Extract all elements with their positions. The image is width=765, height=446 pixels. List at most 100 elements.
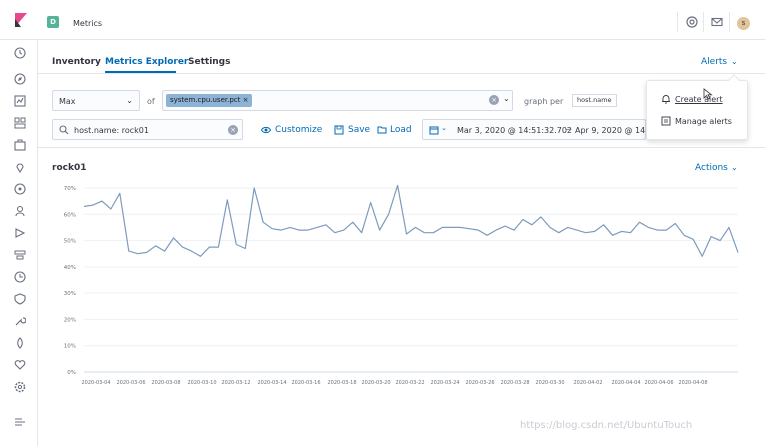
save-icon[interactable] <box>334 125 344 135</box>
alerts-popover: Create alert Manage alerts <box>646 74 748 140</box>
manage-alerts-label: Manage alerts <box>675 117 732 126</box>
x-tick-label: 2020-03-28 <box>500 380 529 386</box>
clear-icon[interactable]: × <box>228 125 238 135</box>
x-tick-label: 2020-03-10 <box>187 380 216 386</box>
kibana-logo-icon[interactable] <box>14 13 28 27</box>
search-value: host.name: rock01 <box>74 126 149 135</box>
watermark-text: https://blog.csdn.net/UbuntuTouch <box>520 420 693 431</box>
stack-monitoring-icon[interactable] <box>14 337 26 349</box>
canvas-briefcase-icon[interactable] <box>14 139 26 151</box>
x-tick-label: 2020-03-18 <box>327 380 356 386</box>
date-end[interactable]: Apr 9, 2020 @ 14:52 <box>575 126 645 135</box>
newsfeed-mail-icon[interactable] <box>711 16 723 28</box>
header-divider <box>677 12 678 32</box>
y-tick-label: 0% <box>67 370 76 376</box>
series-line <box>83 184 739 257</box>
x-tick-label: 2020-04-02 <box>573 380 602 386</box>
search-icon <box>59 125 69 135</box>
maps-pin-icon[interactable] <box>14 161 26 173</box>
siem-icon[interactable] <box>14 293 26 305</box>
x-tick-label: 2020-03-14 <box>257 380 286 386</box>
aggregation-select[interactable]: Max ⌄ <box>52 90 140 111</box>
chevron-down-icon[interactable]: ⌄ <box>731 57 738 66</box>
metric-combobox[interactable]: system.cpu.user.pct × × ⌄ <box>162 90 513 111</box>
x-tick-label: 2020-04-04 <box>611 380 640 386</box>
dashboard-icon[interactable] <box>14 117 26 129</box>
metric-pill[interactable]: system.cpu.user.pct × <box>166 94 253 107</box>
mouse-pointer-icon <box>703 88 713 100</box>
space-avatar[interactable]: D <box>47 16 59 28</box>
toolbar-divider <box>38 147 765 148</box>
help-icon[interactable] <box>686 16 698 28</box>
search-input[interactable]: host.name: rock01 × <box>52 119 243 140</box>
x-tick-label: 2020-03-06 <box>116 380 145 386</box>
of-label: of <box>147 97 155 106</box>
manage-alerts-menu-item[interactable]: Manage alerts <box>647 110 747 132</box>
y-tick-label: 70% <box>64 186 76 192</box>
tab-inventory[interactable]: Inventory <box>52 57 101 67</box>
alerts-menu-button[interactable]: Alerts <box>701 57 727 67</box>
collapse-nav-icon[interactable] <box>14 416 26 428</box>
y-tick-label: 60% <box>64 212 76 218</box>
machine-learning-icon[interactable] <box>14 183 26 195</box>
y-tick-label: 10% <box>64 344 76 350</box>
list-icon <box>661 116 671 126</box>
x-tick-label: 2020-03-08 <box>151 380 180 386</box>
x-tick-label: 2020-04-08 <box>678 380 707 386</box>
tab-metrics-explorer[interactable]: Metrics Explorer <box>105 57 188 67</box>
y-tick-label: 40% <box>64 265 76 271</box>
user-avatar[interactable]: s <box>737 17 750 30</box>
chevron-down-icon[interactable]: ⌄ <box>503 94 510 103</box>
x-tick-label: 2020-03-30 <box>535 380 564 386</box>
recently-viewed-clock-icon[interactable] <box>14 47 26 59</box>
uptime-icon[interactable] <box>14 271 26 283</box>
arrow-right-icon: → <box>565 125 572 134</box>
clear-icon[interactable]: × <box>489 95 499 105</box>
app-title: Metrics <box>73 19 103 28</box>
metric-pill-label: system.cpu.user.pct <box>170 96 241 104</box>
date-range-picker[interactable]: ⌄ Mar 3, 2020 @ 14:51:32.702 → Apr 9, 20… <box>422 119 646 140</box>
discover-compass-icon[interactable] <box>14 73 26 85</box>
x-tick-label: 2020-03-24 <box>430 380 459 386</box>
close-icon[interactable]: × <box>243 96 249 104</box>
y-tick-label: 50% <box>64 239 76 245</box>
side-navigation <box>0 40 38 446</box>
popover-arrow <box>728 74 740 86</box>
create-alert-label: Create alert <box>675 95 723 104</box>
x-tick-label: 2020-03-16 <box>291 380 320 386</box>
eye-icon[interactable] <box>261 125 271 135</box>
graph-per-label: graph per <box>524 97 564 106</box>
stack-management-gear-icon[interactable] <box>14 381 26 393</box>
aggregation-value: Max <box>59 97 76 106</box>
load-button[interactable]: Load <box>390 125 412 135</box>
heartbeat-icon[interactable] <box>14 359 26 371</box>
logs-icon[interactable] <box>14 227 26 239</box>
calendar-icon[interactable] <box>429 125 439 135</box>
date-start[interactable]: Mar 3, 2020 @ 14:51:32.702 <box>457 126 572 135</box>
x-tick-label: 2020-03-12 <box>221 380 250 386</box>
header-divider <box>729 12 730 32</box>
x-tick-label: 2020-04-06 <box>644 380 673 386</box>
chevron-down-icon[interactable]: ⌄ <box>731 163 738 172</box>
chevron-down-icon[interactable]: ⌄ <box>441 124 447 132</box>
x-tick-label: 2020-03-22 <box>395 380 424 386</box>
top-header: D Metrics s <box>0 0 765 40</box>
chart-title: rock01 <box>52 163 87 173</box>
save-button[interactable]: Save <box>348 125 370 135</box>
infrastructure-icon[interactable] <box>14 205 26 217</box>
dev-tools-wrench-icon[interactable] <box>14 315 26 327</box>
visualize-icon[interactable] <box>14 95 26 107</box>
create-alert-menu-item[interactable]: Create alert <box>647 88 747 110</box>
apm-icon[interactable] <box>14 249 26 261</box>
chevron-down-icon: ⌄ <box>126 96 133 105</box>
bell-icon <box>662 95 670 104</box>
x-tick-label: 2020-03-20 <box>361 380 390 386</box>
customize-button[interactable]: Customize <box>275 125 322 135</box>
x-tick-label: 2020-03-04 <box>81 380 110 386</box>
tabs-divider <box>38 73 765 74</box>
x-tick-label: 2020-03-26 <box>465 380 494 386</box>
tab-settings[interactable]: Settings <box>188 57 230 67</box>
group-by-field[interactable]: host.name <box>572 94 617 107</box>
chart-actions-button[interactable]: Actions <box>695 163 728 173</box>
folder-icon[interactable] <box>377 125 387 135</box>
